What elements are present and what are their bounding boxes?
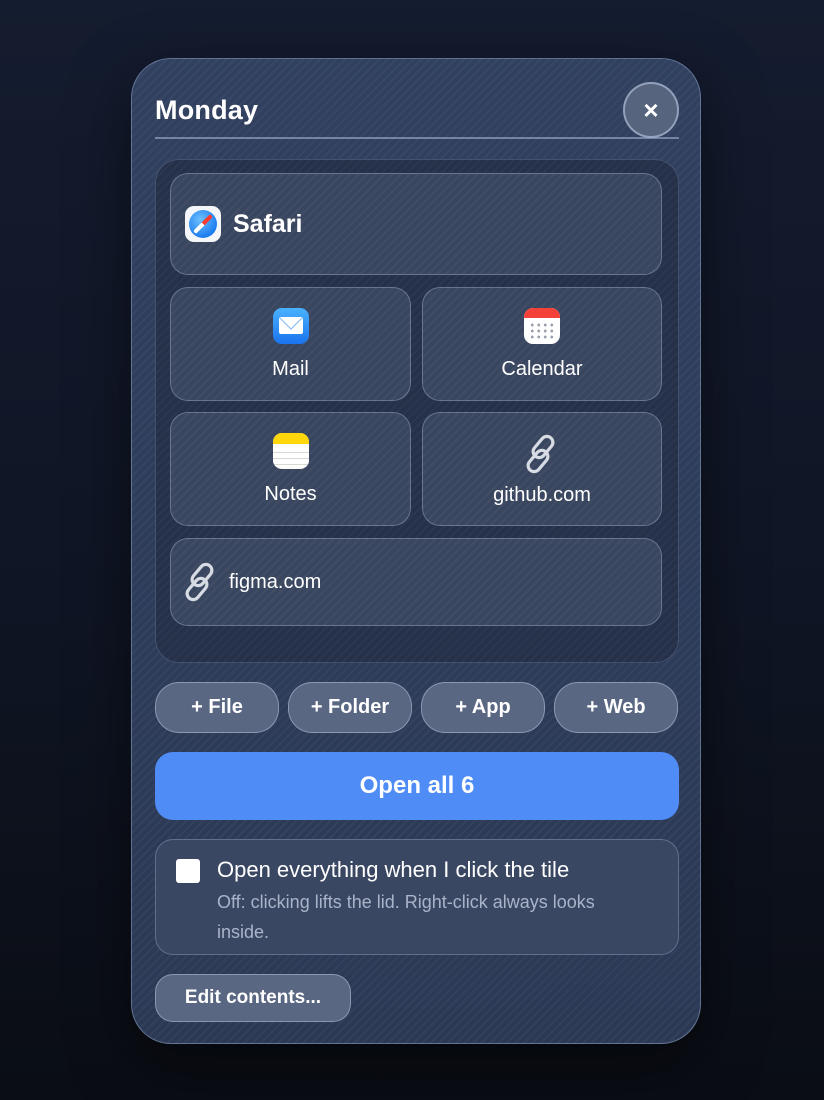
add-file-button[interactable]: + File (155, 682, 279, 733)
link-icon (185, 562, 214, 602)
add-app-button[interactable]: + App (421, 682, 545, 733)
link-icon (526, 434, 555, 473)
item-label: figma.com (229, 570, 322, 593)
title-divider (155, 137, 679, 139)
option-description: Off: clicking lifts the lid. Right-click… (217, 892, 595, 942)
item-tile-notes[interactable]: Notes (170, 412, 411, 526)
item-label: Mail (272, 357, 309, 380)
option-title: Open everything when I click the tile (217, 857, 570, 882)
open-on-click-option: Open everything when I click the tile Of… (155, 839, 679, 955)
notes-icon (272, 432, 309, 469)
item-label: Safari (233, 209, 303, 238)
folder-popover: Monday × Safari Mail Calendar Notes gith… (131, 58, 701, 1044)
close-icon: × (643, 95, 659, 125)
add-web-button[interactable]: + Web (554, 682, 678, 733)
edit-contents-button[interactable]: Edit contents... (155, 974, 351, 1022)
item-tile-github[interactable]: github.com (422, 412, 662, 526)
item-tile-mail[interactable]: Mail (170, 287, 411, 401)
add-folder-button[interactable]: + Folder (288, 682, 412, 733)
item-tile-figma[interactable]: figma.com (170, 538, 662, 626)
item-tile-calendar[interactable]: Calendar (422, 287, 662, 401)
item-tile-safari[interactable]: Safari (170, 173, 662, 275)
open-all-button[interactable]: Open all 6 (155, 752, 679, 820)
safari-icon (185, 206, 221, 242)
panel-title: Monday (155, 95, 259, 125)
item-label: Calendar (501, 357, 583, 380)
close-button[interactable]: × (623, 82, 679, 138)
open-on-click-checkbox[interactable] (176, 859, 200, 883)
item-label: Notes (264, 482, 317, 505)
contents-well: Safari Mail Calendar Notes github.com fi… (155, 159, 679, 663)
mail-icon (272, 307, 309, 344)
calendar-icon (524, 307, 560, 344)
item-label: github.com (493, 483, 591, 506)
